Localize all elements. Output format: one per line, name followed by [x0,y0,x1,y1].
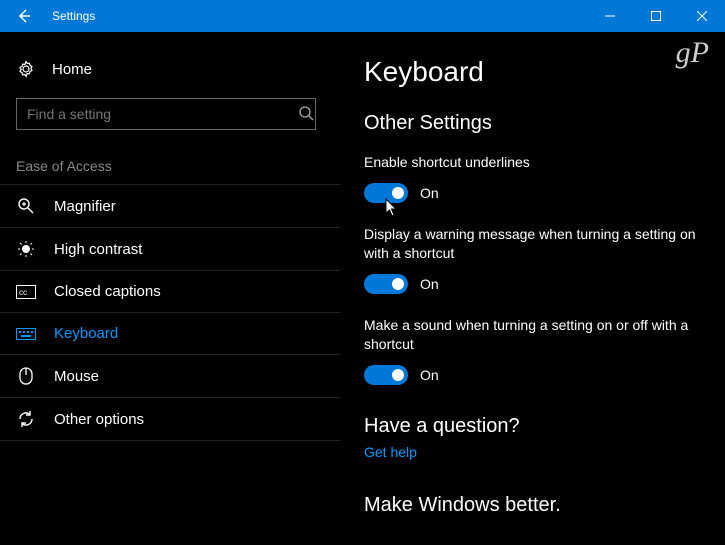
arrow-left-icon [16,8,32,24]
sidebar-item-mouse[interactable]: Mouse [0,354,340,397]
toggle-row-shortcut-underlines: On [364,183,701,203]
sidebar-item-keyboard[interactable]: Keyboard [0,312,340,354]
toggle-sound[interactable] [364,365,408,385]
search-icon [298,105,314,121]
toggle-state: On [420,276,439,292]
question-heading: Have a question? [364,415,701,438]
magnifier-icon [16,197,36,215]
toggle-knob [392,187,404,199]
minimize-button[interactable] [587,0,633,32]
setting-label: Enable shortcut underlines [364,153,701,173]
maximize-icon [651,11,661,21]
sidebar-item-label: Closed captions [54,283,161,300]
home-label: Home [52,61,92,78]
setting-label: Display a warning message when turning a… [364,225,701,264]
close-button[interactable] [679,0,725,32]
mouse-icon [16,367,36,385]
search-container [16,98,324,130]
sidebar-item-label: Keyboard [54,325,118,342]
window-controls [587,0,725,32]
search-input[interactable] [16,98,316,130]
titlebar: Settings [0,0,725,32]
sidebar-item-other-options[interactable]: Other options [0,397,340,441]
gear-icon [16,60,36,78]
toggle-state: On [420,185,439,201]
contrast-icon [16,240,36,258]
cc-icon: cc [16,285,36,299]
toggle-knob [392,278,404,290]
sidebar-item-label: Other options [54,411,144,428]
sidebar-item-label: Magnifier [54,198,116,215]
toggle-row-warning: On [364,274,701,294]
sidebar-item-label: High contrast [54,241,142,258]
toggle-shortcut-underlines[interactable] [364,183,408,203]
section-title: Other Settings [364,112,701,135]
sidebar-item-closed-captions[interactable]: cc Closed captions [0,270,340,312]
home-button[interactable]: Home [0,52,340,86]
toggle-state: On [420,367,439,383]
window-title: Settings [52,9,95,23]
minimize-icon [605,11,615,21]
category-heading: Ease of Access [0,130,340,184]
svg-text:cc: cc [19,288,27,297]
toggle-knob [392,369,404,381]
setting-label: Make a sound when turning a setting on o… [364,316,701,355]
main-panel: Keyboard Other Settings Enable shortcut … [340,32,725,545]
sidebar-item-magnifier[interactable]: Magnifier [0,184,340,227]
sidebar-item-high-contrast[interactable]: High contrast [0,227,340,270]
get-help-link[interactable]: Get help [364,444,701,460]
sidebar-item-label: Mouse [54,368,99,385]
sync-icon [16,410,36,428]
sidebar: Home Ease of Access Magnifier High contr… [0,32,340,545]
maximize-button[interactable] [633,0,679,32]
page-title: Keyboard [364,56,701,88]
toggle-warning-message[interactable] [364,274,408,294]
toggle-row-sound: On [364,365,701,385]
close-icon [697,11,707,21]
keyboard-icon [16,328,36,340]
back-button[interactable] [0,0,48,32]
better-heading: Make Windows better. [364,494,701,517]
